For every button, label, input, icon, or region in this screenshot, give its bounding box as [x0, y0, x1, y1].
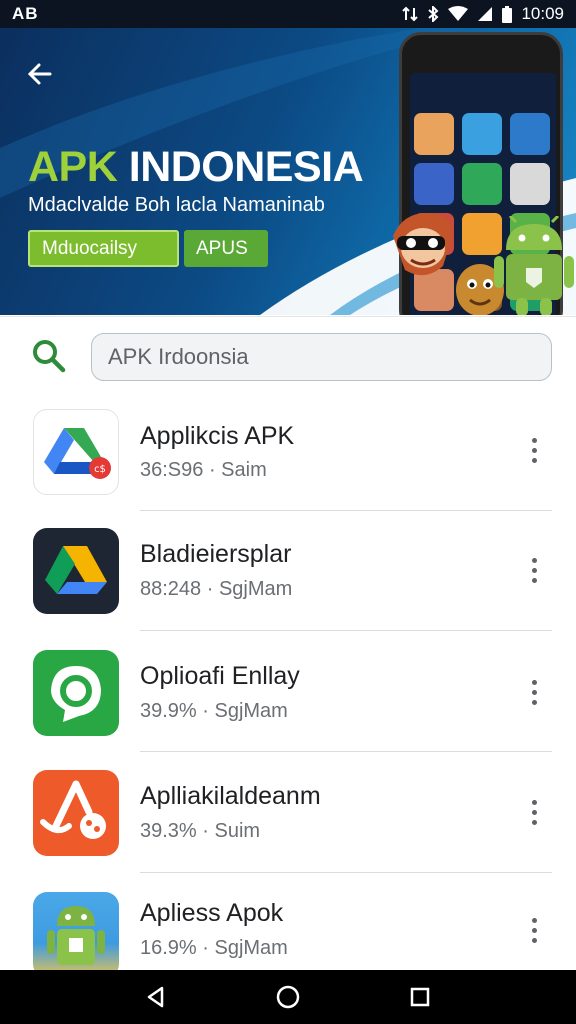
app-name: Bladieiersplar	[140, 540, 292, 568]
app-list: c$ Applikcis APK 36:S96 · Saim Bladieier…	[0, 394, 576, 970]
home-nav-button[interactable]	[266, 975, 310, 1019]
list-item-app-5[interactable]: Apliess Apok 16.9% · SgjMam	[0, 874, 576, 970]
list-divider	[140, 510, 552, 511]
hero-banner: APK INDONESIA Mdaclvalde Boh lacla Naman…	[0, 28, 576, 315]
app-meta: 88:248 · SgjMam	[140, 578, 293, 600]
whatsapp-like-icon	[33, 650, 119, 736]
drive-dark-icon	[33, 528, 119, 614]
drive-red-badge-icon: c$	[33, 409, 119, 495]
app-meta: 36:S96 · Saim	[140, 459, 267, 481]
arrow-left-icon	[27, 63, 52, 85]
list-item-app-2[interactable]: Bladieiersplar 88:248 · SgjMam	[0, 514, 576, 634]
list-item-app-3[interactable]: Oplioafi Enllay 39.9% · SgjMam	[0, 634, 576, 754]
more-options-button[interactable]	[518, 792, 550, 832]
home-nav-icon	[276, 985, 300, 1009]
status-left-text: AB	[12, 4, 39, 23]
data-arrows-icon	[402, 6, 419, 22]
more-options-button[interactable]	[518, 550, 550, 590]
app-name: Oplioafi Enllay	[140, 662, 300, 690]
more-options-button[interactable]	[518, 430, 550, 470]
banner-title-apk: APK	[28, 143, 118, 191]
mini-app-icon	[462, 113, 502, 155]
battery-icon	[502, 5, 513, 23]
orange-game-icon	[33, 770, 119, 856]
app-name: Apliess Apok	[140, 899, 284, 927]
list-divider	[140, 872, 552, 873]
back-button[interactable]	[22, 56, 58, 92]
banner-chip-secondary[interactable]: APUS	[184, 230, 268, 267]
app-meta: 39.3% · Suim	[140, 820, 261, 842]
mini-app-icon	[462, 163, 502, 205]
app-meta: 16.9% · SgjMam	[140, 937, 288, 959]
search-row	[0, 316, 576, 394]
app-name: Applikcis APK	[140, 422, 295, 450]
recents-nav-icon	[410, 987, 430, 1007]
mini-app-icon	[414, 113, 454, 155]
mini-app-icon	[510, 163, 550, 205]
back-nav-button[interactable]	[134, 975, 178, 1019]
back-nav-icon	[147, 986, 164, 1008]
android-icon	[33, 892, 119, 970]
status-icons: 10:09	[402, 4, 564, 24]
screen: AB 10:09 APK INDONESIA Mdaclvalde Boh la…	[0, 0, 576, 1024]
app-name: Aplliakilaldeanm	[140, 782, 321, 810]
mini-app-icon	[510, 113, 550, 155]
banner-title: APK INDONESIA	[28, 143, 364, 192]
list-divider	[140, 630, 552, 631]
banner-subtitle: Mdaclvalde Boh lacla Namaninab	[28, 194, 325, 216]
list-divider	[140, 751, 552, 752]
list-item-app-4[interactable]: Aplliakilaldeanm 39.3% · Suim	[0, 754, 576, 874]
search-input[interactable]	[91, 333, 552, 381]
list-item-app-1[interactable]: c$ Applikcis APK 36:S96 · Saim	[0, 394, 576, 514]
search-icon[interactable]	[32, 339, 66, 378]
app-meta: 39.9% · SgjMam	[140, 700, 288, 722]
more-options-button[interactable]	[518, 910, 550, 950]
signal-icon	[478, 7, 493, 21]
svg-text:c$: c$	[94, 464, 106, 475]
recents-nav-button[interactable]	[398, 975, 442, 1019]
wifi-icon	[448, 6, 469, 21]
status-bar: AB 10:09	[0, 0, 576, 28]
status-time: 10:09	[521, 4, 564, 23]
more-options-button[interactable]	[518, 672, 550, 712]
banner-chip-primary[interactable]: Mduocailsy	[28, 230, 179, 267]
android-robot-illustration	[494, 216, 574, 315]
mini-app-icon	[414, 163, 454, 205]
banner-title-indonesia: INDONESIA	[117, 143, 364, 191]
system-nav-bar	[0, 970, 576, 1024]
bluetooth-icon	[428, 6, 439, 22]
